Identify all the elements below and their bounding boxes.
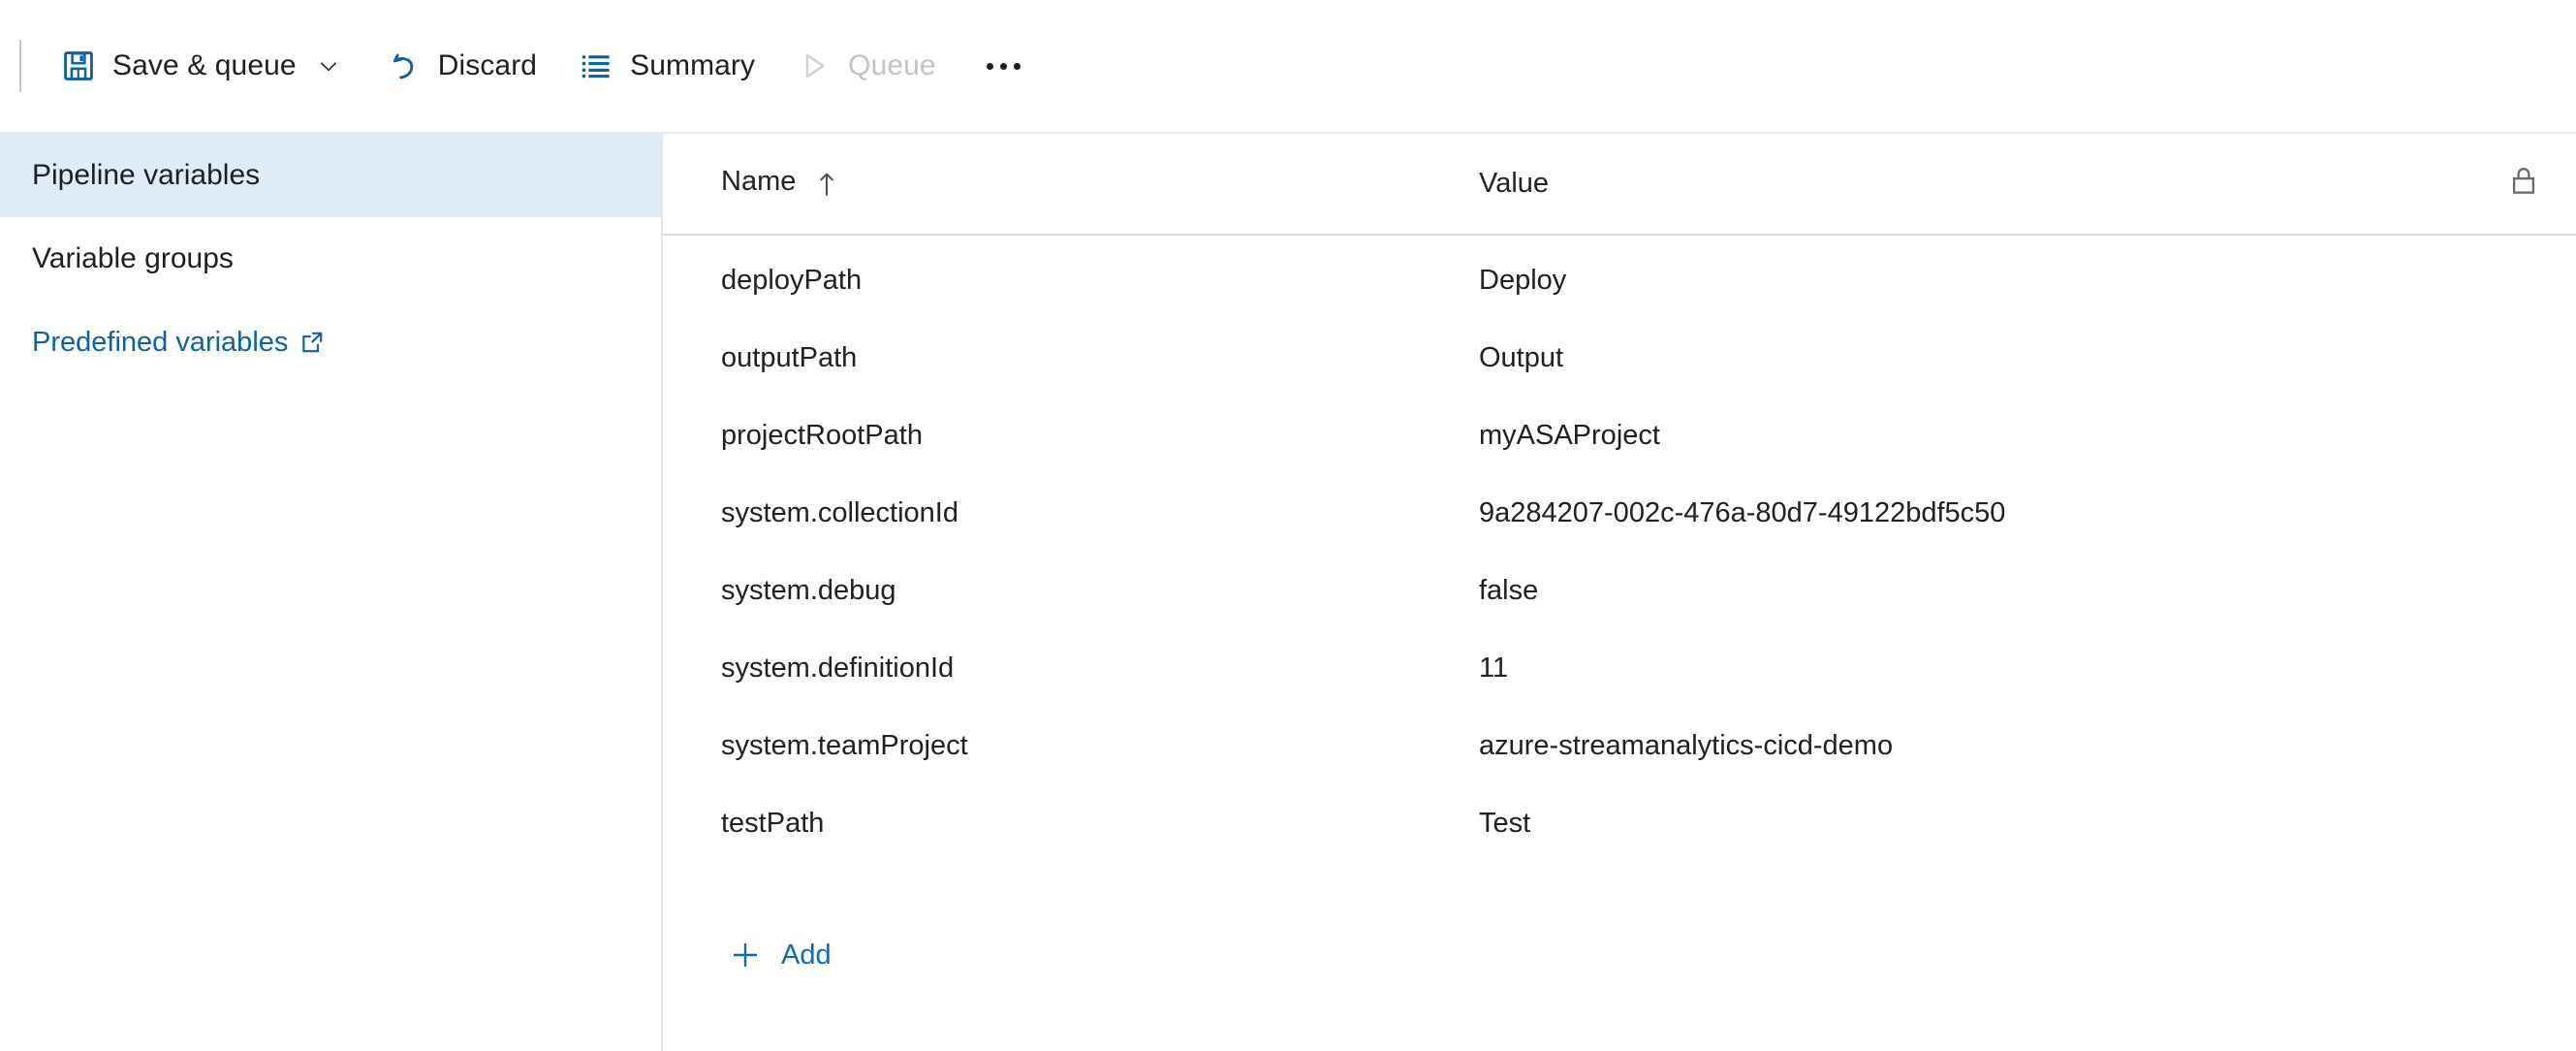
variable-value[interactable]: 9a284207-002c-476a-80d7-49122bdf5c50 — [1479, 497, 2005, 528]
add-variable-row: Add — [663, 916, 2576, 994]
table-row[interactable]: testPath Test — [663, 784, 2576, 862]
variable-name: testPath — [721, 807, 825, 839]
variable-name: deployPath — [721, 264, 863, 296]
ellipsis-icon-dot-1 — [986, 62, 993, 70]
plus-icon — [727, 937, 764, 973]
add-variable-button[interactable]: Add — [717, 931, 841, 979]
variable-name: outputPath — [721, 341, 858, 373]
table-row[interactable]: system.collectionId 9a284207-002c-476a-8… — [663, 474, 2576, 552]
external-link-icon — [299, 330, 325, 355]
sidebar-item-label: Predefined variables — [32, 326, 289, 358]
table-row[interactable]: projectRootPath myASAProject — [663, 397, 2576, 474]
variables-table-panel: Name Value deployPath Deploy outputPath … — [663, 134, 2576, 1051]
undo-arrow-icon — [386, 48, 423, 84]
table-row[interactable]: deployPath Deploy — [663, 241, 2576, 319]
save-and-queue-button[interactable]: Save & queue — [48, 36, 357, 96]
variable-value[interactable]: Test — [1479, 808, 1530, 839]
summary-button[interactable]: Summary — [566, 36, 767, 96]
add-variable-label: Add — [781, 939, 832, 971]
sidebar-item-variable-groups[interactable]: Variable groups — [0, 217, 661, 301]
list-lines-icon — [578, 48, 614, 84]
variable-value[interactable]: Deploy — [1479, 265, 1566, 296]
summary-label: Summary — [630, 49, 756, 81]
sidebar-item-pipeline-variables[interactable]: Pipeline variables — [0, 134, 661, 217]
play-triangle-icon — [796, 48, 832, 84]
queue-button[interactable]: Queue — [784, 36, 948, 96]
variable-value[interactable]: 11 — [1479, 653, 1508, 684]
pipeline-variables-page: Save & queue Discard Summary Queue Pipel… — [0, 0, 2576, 1051]
page-body: Pipeline variables Variable groups Prede… — [0, 134, 2576, 1051]
discard-label: Discard — [437, 49, 538, 81]
table-body: deployPath Deploy outputPath Output proj… — [663, 236, 2576, 1051]
toolbar: Save & queue Discard Summary Queue — [0, 0, 2576, 134]
ellipsis-icon-dot-2 — [999, 62, 1007, 70]
discard-button[interactable]: Discard — [374, 36, 549, 96]
variable-name: system.debug — [721, 574, 896, 606]
save-and-queue-label: Save & queue — [112, 49, 297, 81]
variable-name: system.definitionId — [721, 652, 955, 684]
table-row[interactable]: outputPath Output — [663, 319, 2576, 397]
sidebar: Pipeline variables Variable groups Prede… — [0, 134, 663, 1051]
lock-icon — [2510, 166, 2537, 202]
column-header-name-label: Name — [721, 166, 797, 198]
floppy-disk-save-icon — [60, 48, 97, 84]
variable-name: system.collectionId — [721, 496, 958, 528]
variable-name: projectRootPath — [721, 419, 923, 451]
toolbar-left-divider — [19, 40, 21, 92]
variable-value[interactable]: Output — [1479, 342, 1563, 373]
sidebar-item-predefined-variables[interactable]: Predefined variables — [0, 301, 661, 384]
more-actions-button[interactable] — [969, 36, 1038, 96]
table-header-row: Name Value — [663, 134, 2576, 236]
table-row[interactable]: system.debug false — [663, 552, 2576, 629]
column-header-value[interactable]: Value — [1438, 168, 2450, 200]
column-header-lock — [2450, 166, 2537, 202]
variable-name: system.teamProject — [721, 729, 968, 761]
table-row[interactable]: system.teamProject azure-streamanalytics… — [663, 707, 2576, 784]
ellipsis-icon-dot-3 — [1013, 62, 1021, 70]
variable-value[interactable]: azure-streamanalytics-cicd-demo — [1479, 730, 1893, 761]
column-header-value-label: Value — [1479, 168, 1550, 199]
variable-value[interactable]: false — [1479, 575, 1538, 606]
column-header-name[interactable]: Name — [663, 166, 1438, 201]
sidebar-item-label: Variable groups — [32, 242, 234, 274]
sidebar-item-label: Pipeline variables — [32, 159, 261, 191]
table-row[interactable]: system.definitionId 11 — [663, 629, 2576, 707]
sort-ascending-arrow-icon — [816, 172, 837, 202]
chevron-down-icon[interactable] — [312, 49, 345, 82]
queue-label: Queue — [848, 49, 936, 81]
variable-value[interactable]: myASAProject — [1479, 420, 1660, 451]
